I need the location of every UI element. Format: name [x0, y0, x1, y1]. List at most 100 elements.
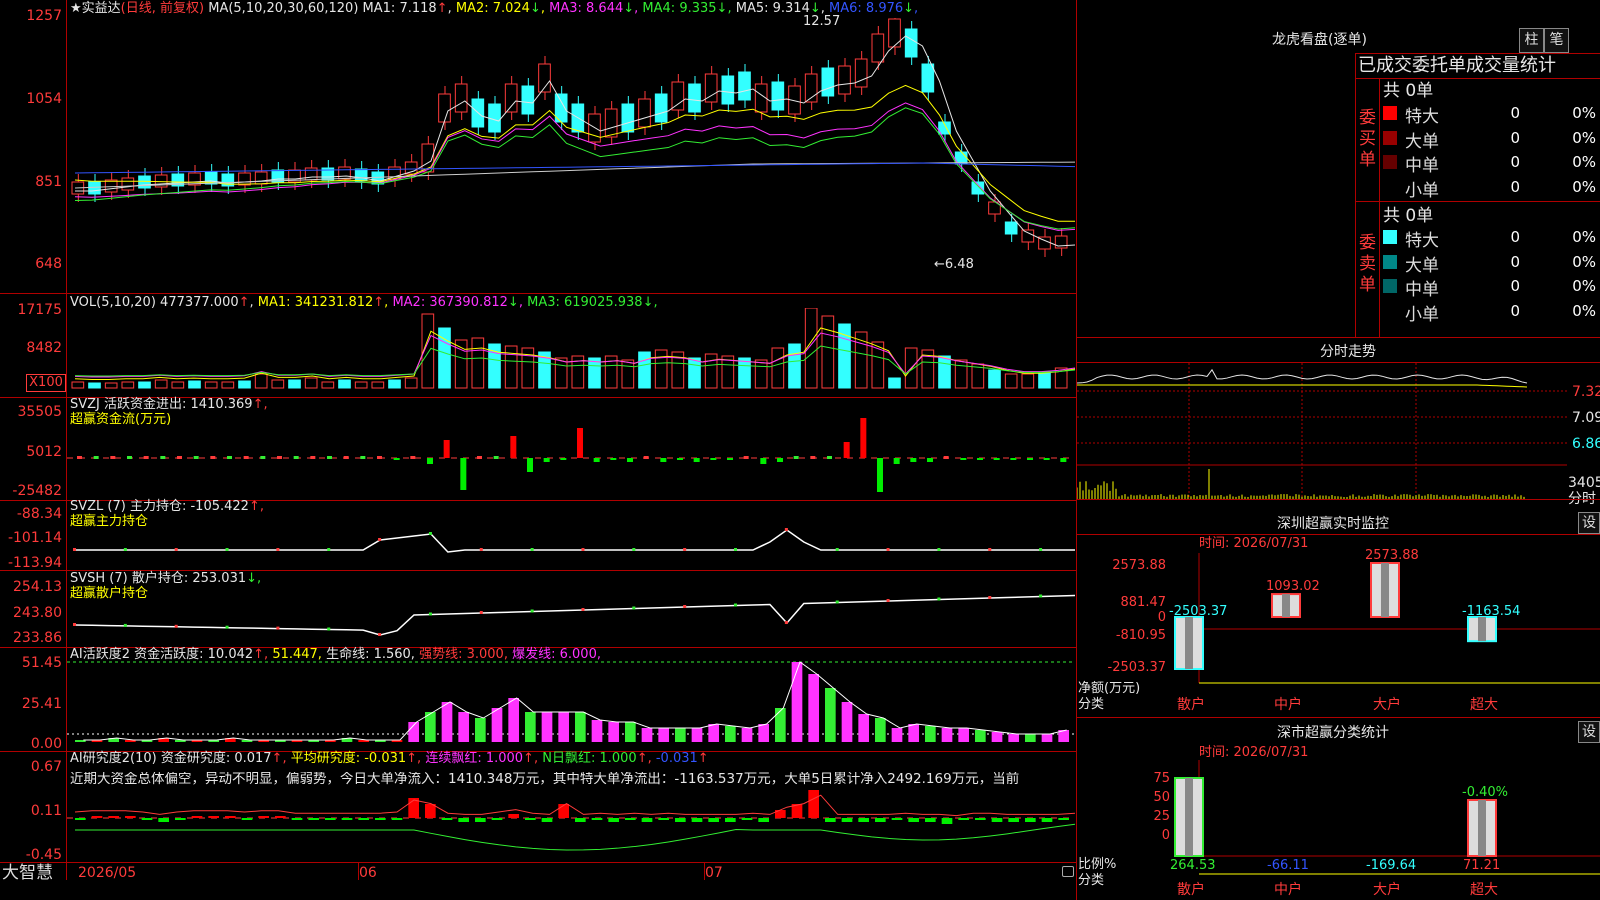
- sz-monitor-time: 时间: 2026/07/31: [1199, 537, 1308, 551]
- sz-monitor-value-label: -1163.54: [1462, 605, 1520, 619]
- svzj-yaxis-top: 35505: [0, 405, 62, 419]
- sz-monitor-category[interactable]: 散户: [1177, 698, 1205, 712]
- sz-monitor-category[interactable]: 超大: [1470, 698, 1498, 712]
- intraday-yaxis-top: 7.32: [1572, 385, 1600, 399]
- ai2-yaxis-top: 0.67: [0, 760, 62, 774]
- buy-row-color-swatch: [1383, 131, 1397, 145]
- ma-arrow-2: ↓: [530, 1, 541, 16]
- sz-monitor-title: 深圳超赢实时监控: [1277, 516, 1389, 532]
- ma-params: MA(5,10,20,30,60,120): [208, 1, 358, 16]
- sell-row-count: 0: [1480, 277, 1520, 295]
- sell-row-pct: 0%: [1540, 228, 1596, 246]
- bar-mode-button[interactable]: 柱: [1519, 28, 1544, 53]
- sz-monitor-yaxis-tick: -810.95: [1094, 629, 1166, 643]
- sz-class-bottom-value: -66.11: [1267, 859, 1309, 873]
- sell-row-pct: 0%: [1540, 277, 1596, 295]
- buy-row-count: 0: [1480, 178, 1520, 196]
- buy-row-label: 中单: [1405, 151, 1439, 176]
- sell-row-color-swatch: [1383, 230, 1397, 244]
- sell-side-label: 委卖单: [1359, 233, 1375, 296]
- buy-side-label: 委买单: [1359, 108, 1375, 171]
- intraday-yaxis-mid: 7.09: [1572, 411, 1600, 425]
- main-yaxis-648: 648: [0, 257, 62, 271]
- sz-class-category[interactable]: 中户: [1274, 883, 1302, 897]
- sz-class-category[interactable]: 大户: [1373, 883, 1401, 897]
- buy-row-count: 0: [1480, 153, 1520, 171]
- main-yaxis-851: 851: [0, 175, 62, 189]
- ai2-comment: 近期大资金总体偏空，异动不明显，偏弱势，今日大单净流入：1410.348万元，其…: [70, 772, 1074, 786]
- sz-class-yaxis-tick: 75: [1150, 772, 1170, 786]
- buy-row-label: 大单: [1405, 127, 1439, 152]
- intraday-yaxis-bot: 6.86: [1572, 437, 1600, 451]
- sell-row-label: 小单: [1405, 300, 1439, 325]
- xaxis-label-may: 2026/05: [78, 866, 136, 880]
- sz-monitor-category[interactable]: 中户: [1274, 698, 1302, 712]
- buy-row-label: 小单: [1405, 176, 1439, 201]
- vol-unit-badge: X100: [26, 374, 66, 392]
- buy-row-color-swatch: [1383, 155, 1397, 169]
- sz-class-ylabel: 比例%: [1078, 858, 1116, 872]
- sz-monitor-settings-button[interactable]: 设: [1578, 512, 1600, 534]
- ai2-yaxis-mid: 0.11: [0, 804, 62, 818]
- ma-sep: ,: [914, 1, 918, 16]
- sz-monitor-value-label: 1093.02: [1266, 580, 1320, 594]
- buy-row-label: 特大: [1405, 102, 1439, 127]
- intraday-chart[interactable]: [1077, 363, 1567, 499]
- chart-mode[interactable]: (日线, 前复权): [121, 1, 204, 16]
- sell-total: 共 0单: [1383, 207, 1433, 225]
- buy-row-count: 0: [1480, 129, 1520, 147]
- buy-row-count: 0: [1480, 104, 1520, 122]
- ai2-chart[interactable]: [67, 790, 1075, 862]
- buy-row-pct: 0%: [1540, 178, 1596, 196]
- svzj-yaxis-mid: 5012: [0, 445, 62, 459]
- ai2-yaxis-bot: -0.45: [0, 848, 62, 862]
- sz-monitor-category[interactable]: 大户: [1373, 698, 1401, 712]
- sz-class-category[interactable]: 散户: [1177, 883, 1205, 897]
- lock-icon[interactable]: [1062, 866, 1074, 877]
- lhb-title: 龙虎看盘(逐单): [1272, 32, 1367, 48]
- sell-row-pct: 0%: [1540, 302, 1596, 320]
- ma-legend-4: MA4: 9.335: [638, 1, 716, 16]
- sz-class-yaxis-tick: 25: [1150, 810, 1170, 824]
- sz-class-category[interactable]: 超大: [1470, 883, 1498, 897]
- sz-monitor-ylabel: 净额(万元): [1078, 682, 1140, 696]
- volume-chart[interactable]: [67, 308, 1075, 390]
- ai2-label: AI研究度2(10) 资金研究度: 0.017: [70, 751, 272, 766]
- main-yaxis-1054: 1054: [0, 92, 62, 106]
- ma-legend-3: MA3: 8.644: [545, 1, 623, 16]
- sell-row-count: 0: [1480, 228, 1520, 246]
- candlestick-chart[interactable]: [67, 18, 1075, 293]
- buy-row-pct: 0%: [1540, 104, 1596, 122]
- xaxis-label-jul: 07: [705, 866, 723, 880]
- high-price-label: 12.57: [803, 15, 840, 29]
- ai1-yaxis-mid: 25.41: [0, 697, 62, 711]
- main-yaxis-1257: 1257: [0, 9, 62, 23]
- sz-monitor-yaxis-tick: 2573.88: [1094, 559, 1166, 573]
- sz-class-title: 深市超赢分类统计: [1277, 725, 1389, 741]
- main-header: ★实益达(日线, 前复权) MA(5,10,20,30,60,120) MA1:…: [70, 2, 918, 16]
- app-logo: 大智慧: [2, 864, 53, 882]
- ai1-chart[interactable]: [67, 650, 1075, 750]
- svzj-chart[interactable]: [67, 400, 1075, 498]
- sz-monitor-yaxis-tick: -2503.37: [1094, 661, 1166, 675]
- sz-monitor-yaxis-tick: 0: [1094, 611, 1166, 625]
- buy-total: 共 0单: [1383, 82, 1433, 100]
- intraday-title: 分时走势: [1320, 344, 1376, 360]
- stock-name[interactable]: 实益达: [82, 1, 121, 16]
- svsh-yaxis-mid: 243.80: [0, 606, 62, 620]
- svzl-yaxis-bot: -113.94: [0, 556, 62, 570]
- svzl-chart[interactable]: [67, 502, 1075, 568]
- sz-class-settings-button[interactable]: 设: [1578, 721, 1600, 743]
- sell-row-label: 中单: [1405, 275, 1439, 300]
- sz-class-bottom-value: -169.64: [1366, 859, 1416, 873]
- sell-row-count: 0: [1480, 302, 1520, 320]
- svsh-chart[interactable]: [67, 573, 1075, 645]
- sell-row-count: 0: [1480, 253, 1520, 271]
- buy-row-color-swatch: [1383, 106, 1397, 120]
- ma-arrow-4: ↓: [717, 1, 728, 16]
- sz-monitor-value-label: -2503.37: [1169, 605, 1227, 619]
- xaxis-label-jun: 06: [359, 866, 377, 880]
- svzl-yaxis-top: -88.34: [0, 507, 62, 521]
- tick-mode-button[interactable]: 笔: [1544, 28, 1569, 53]
- sell-row-color-swatch: [1383, 255, 1397, 269]
